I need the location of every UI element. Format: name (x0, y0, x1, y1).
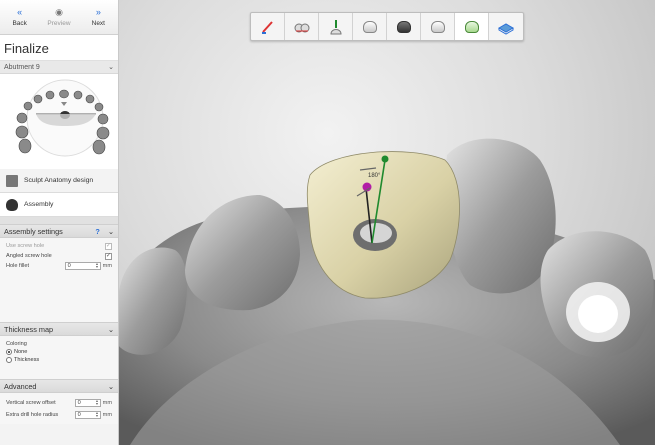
page-title: Finalize (0, 35, 118, 61)
spinner-icon[interactable]: ▲ ▼ (95, 262, 98, 269)
chevron-down-icon[interactable]: ⌄ (108, 325, 114, 334)
step-margin-line[interactable] (285, 13, 319, 40)
sculpt-icon (6, 174, 18, 187)
assembly-settings-body: Use screw hole ✓ Angled screw hole ✓ Hol… (0, 238, 118, 322)
drill-radius-input[interactable]: 0 ▲ ▼ (74, 411, 101, 419)
use-screw-hole-label: Use screw hole (6, 243, 45, 249)
chevron-down-icon[interactable]: ⌄ (108, 227, 114, 236)
assembly-icon (6, 198, 18, 211)
sculpt-anatomy-tool[interactable]: Sculpt Anatomy design (0, 169, 118, 193)
thickness-map-header[interactable]: Thickness map ⌄ (0, 322, 118, 336)
step-dark-tooth[interactable] (387, 13, 421, 40)
export-icon (497, 22, 515, 35)
section-title: Advanced (4, 381, 37, 391)
back-button[interactable]: « Back (0, 0, 39, 34)
angled-screw-hole-label: Angled screw hole (6, 253, 52, 259)
tool-label: Sculpt Anatomy design (24, 177, 94, 184)
divider (0, 217, 118, 224)
step-tooth-adjust[interactable] (421, 13, 455, 40)
eye-icon: ◉ (55, 6, 63, 17)
drill-radius-label: Extra drill hole radius (6, 412, 59, 418)
assembly-tool[interactable]: Assembly (0, 193, 118, 217)
margin-line-icon (294, 23, 309, 32)
next-button[interactable]: » Next (79, 0, 118, 34)
advanced-header[interactable]: Advanced ⌄ (0, 379, 118, 393)
dark-tooth-icon (396, 20, 411, 33)
preview-button[interactable]: ◉ Preview (39, 0, 78, 34)
gizmo-angle-label: 180° (368, 173, 381, 179)
help-icon[interactable]: ? (95, 227, 99, 236)
assembly-settings-header[interactable]: Assembly settings ? ⌄ (0, 224, 118, 238)
vertical-offset-label: Vertical screw offset (6, 400, 56, 406)
step-scan-prep[interactable] (251, 13, 285, 40)
chevron-down-icon[interactable]: ⌄ (108, 382, 114, 391)
advanced-body: Vertical screw offset 0 ▲ ▼ mm Extra dril… (0, 393, 118, 424)
tooth-icon (430, 20, 445, 33)
section-title: Assembly settings (4, 226, 63, 236)
tooth-arch-preview[interactable] (0, 74, 118, 169)
left-panel: « Back ◉ Preview » Next Finalize Abutmen… (0, 0, 119, 445)
section-title: Thickness map (4, 324, 54, 334)
chevron-down-icon: ⌄ (108, 64, 114, 71)
tooth-icon (362, 20, 377, 33)
nav-bar: « Back ◉ Preview » Next (0, 0, 118, 35)
coloring-label: Coloring (6, 340, 27, 347)
coloring-none-radio[interactable]: None (6, 348, 112, 356)
vertical-offset-input[interactable]: 0 ▲ ▼ (74, 399, 101, 407)
abutment-label: Abutment 9 (4, 63, 40, 71)
workflow-toolbar (250, 12, 524, 41)
hole-fillet-label: Hole fillet (6, 263, 30, 269)
scan-prep-icon (261, 20, 273, 34)
thickness-map-body: Coloring None Thickness (0, 336, 118, 379)
spinner-icon[interactable]: ▲ ▼ (95, 411, 98, 418)
hole-fillet-input[interactable]: 0 ▲ ▼ (64, 262, 101, 270)
tool-label: Assembly (24, 201, 54, 208)
next-label: Next (91, 19, 105, 27)
coloring-thickness-radio[interactable]: Thickness (6, 356, 112, 364)
insertion-direction-icon (329, 19, 342, 34)
abutment-selector[interactable]: Abutment 9 ⌄ (0, 61, 118, 74)
angled-screw-hole-checkbox[interactable]: ✓ (105, 252, 112, 260)
step-finalize[interactable] (455, 13, 489, 40)
back-label: Back (12, 19, 27, 27)
step-export[interactable] (489, 13, 523, 40)
step-tooth-design[interactable] (353, 13, 387, 40)
step-insertion-direction[interactable] (319, 13, 353, 40)
finalize-tooth-icon (464, 20, 479, 33)
use-screw-hole-checkbox[interactable]: ✓ (105, 242, 112, 250)
spinner-icon[interactable]: ▲ ▼ (95, 399, 98, 406)
preview-label: Preview (47, 19, 71, 27)
double-chevron-right-icon: » (95, 6, 101, 17)
double-chevron-left-icon: « (17, 6, 23, 17)
